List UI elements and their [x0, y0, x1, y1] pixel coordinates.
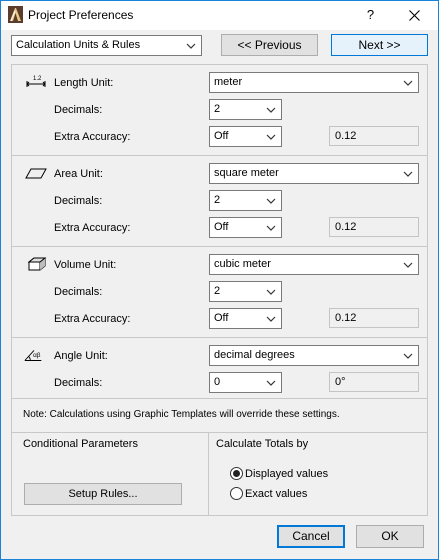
chevron-down-icon [266, 316, 276, 322]
chevron-down-icon [266, 225, 276, 231]
chevron-down-icon [403, 353, 413, 359]
length-icon-text: 1.2 [33, 76, 42, 82]
volume-decimals-value: 2 [214, 285, 221, 297]
length-unit-label: Length Unit: [54, 77, 114, 89]
displayed-values-radio[interactable] [230, 467, 243, 480]
title-bar[interactable]: Project Preferences ? [1, 1, 438, 30]
length-extra-accuracy-label: Extra Accuracy: [54, 131, 131, 143]
angle-preview: 0° [329, 372, 419, 392]
volume-unit-select[interactable]: cubic meter [209, 254, 419, 275]
volume-decimals-select[interactable]: 2 [209, 281, 282, 302]
chevron-down-icon [403, 80, 413, 86]
volume-extra-accuracy-value: Off [214, 312, 229, 324]
volume-extra-accuracy-label: Extra Accuracy: [54, 313, 131, 325]
vertical-divider [208, 433, 209, 515]
volume-unit-label: Volume Unit: [54, 259, 117, 271]
help-button[interactable]: ? [348, 1, 393, 30]
exact-values-radio[interactable] [230, 487, 243, 500]
chevron-down-icon [403, 171, 413, 177]
window-title: Project Preferences [28, 8, 134, 22]
angle-unit-label: Angle Unit: [54, 350, 108, 362]
chevron-down-icon [266, 134, 276, 140]
dialog-content: Calculation Units & Rules << Previous Ne… [1, 30, 438, 559]
ok-button[interactable]: OK [356, 525, 424, 548]
length-decimals-select[interactable]: 2 [209, 99, 282, 120]
area-decimals-value: 2 [214, 194, 221, 206]
length-decimals-label: Decimals: [54, 104, 103, 116]
area-unit-icon [25, 168, 47, 179]
length-extra-accuracy-value: Off [214, 130, 229, 142]
displayed-values-label[interactable]: Displayed values [245, 468, 328, 480]
length-decimals-value: 2 [214, 103, 221, 115]
app-icon [8, 6, 23, 23]
area-unit-label: Area Unit: [54, 168, 103, 180]
calculation-note: Note: Calculations using Graphic Templat… [23, 409, 340, 420]
divider [12, 432, 427, 433]
category-select[interactable]: Calculation Units & Rules [11, 35, 202, 56]
area-extra-accuracy-select[interactable]: Off [209, 217, 282, 238]
next-button[interactable]: Next >> [331, 34, 428, 56]
area-decimals-select[interactable]: 2 [209, 190, 282, 211]
divider [12, 155, 427, 156]
chevron-down-icon [266, 107, 276, 113]
length-extra-accuracy-select[interactable]: Off [209, 126, 282, 147]
divider [12, 398, 427, 399]
cancel-button[interactable]: Cancel [277, 525, 345, 548]
exact-values-label[interactable]: Exact values [245, 488, 307, 500]
volume-unit-value: cubic meter [214, 258, 271, 270]
angle-unit-select[interactable]: decimal degrees [209, 345, 419, 366]
project-preferences-dialog: Project Preferences ? Calculation Units … [0, 0, 439, 560]
area-extra-accuracy-value: Off [214, 221, 229, 233]
angle-decimals-value: 0 [214, 376, 221, 388]
chevron-down-icon [186, 43, 196, 49]
area-extra-accuracy-label: Extra Accuracy: [54, 222, 131, 234]
previous-button[interactable]: << Previous [221, 34, 318, 56]
area-unit-value: square meter [214, 167, 279, 179]
category-select-value: Calculation Units & Rules [16, 39, 141, 51]
chevron-down-icon [403, 262, 413, 268]
volume-preview: 0.12 [329, 308, 419, 328]
angle-icon-text: αβ [33, 352, 41, 359]
angle-decimals-label: Decimals: [54, 377, 103, 389]
area-unit-select[interactable]: square meter [209, 163, 419, 184]
length-unit-select[interactable]: meter [209, 72, 419, 93]
angle-unit-value: decimal degrees [214, 349, 295, 361]
setup-rules-button[interactable]: Setup Rules... [24, 483, 182, 505]
chevron-down-icon [266, 289, 276, 295]
angle-decimals-select[interactable]: 0 [209, 372, 282, 393]
chevron-down-icon [266, 380, 276, 386]
chevron-down-icon [266, 198, 276, 204]
area-decimals-label: Decimals: [54, 195, 103, 207]
angle-unit-icon: αβ [24, 350, 42, 361]
length-unit-value: meter [214, 76, 243, 88]
close-button[interactable] [392, 1, 437, 30]
volume-unit-icon [27, 257, 47, 271]
calculate-totals-title: Calculate Totals by [216, 438, 309, 450]
length-unit-icon: 1.2 [26, 76, 46, 87]
area-preview: 0.12 [329, 217, 419, 237]
divider [12, 246, 427, 247]
close-icon [409, 10, 420, 21]
volume-extra-accuracy-select[interactable]: Off [209, 308, 282, 329]
conditional-parameters-title: Conditional Parameters [23, 438, 138, 450]
length-preview: 0.12 [329, 126, 419, 146]
volume-decimals-label: Decimals: [54, 286, 103, 298]
divider [12, 337, 427, 338]
